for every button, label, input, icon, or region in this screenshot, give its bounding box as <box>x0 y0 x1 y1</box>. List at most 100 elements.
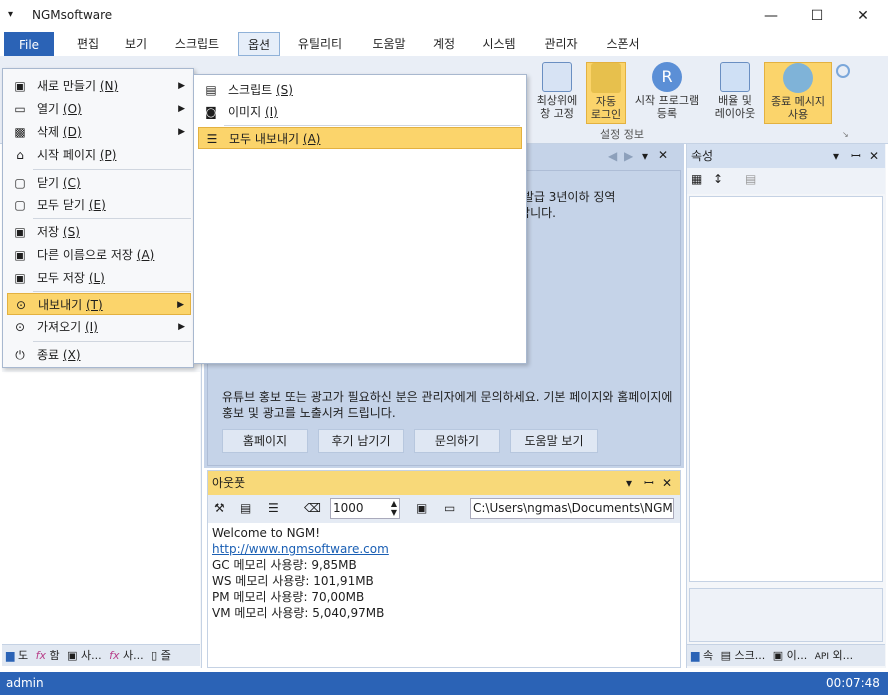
close-button[interactable]: ✕ <box>840 0 886 32</box>
menu-account[interactable]: 계정 <box>422 32 466 56</box>
properties-menu-icon[interactable]: ▾ <box>833 144 839 168</box>
right-tab-3[interactable]: 외... <box>833 649 854 662</box>
image-tab-icon[interactable]: ▣ <box>773 649 783 662</box>
maximize-button[interactable]: ☐ <box>794 0 840 32</box>
left-tab-1[interactable]: 함 <box>49 649 59 662</box>
auto-login-button[interactable]: 자동 로그인 <box>586 62 626 124</box>
menu-system[interactable]: 시스템 <box>472 32 526 56</box>
path-input[interactable]: C:\Users\ngmas\Documents\NGM6\ <box>470 498 674 519</box>
menu-new[interactable]: ▣ 새로 만들기 (N) ▶ <box>7 75 191 97</box>
save-icon[interactable]: ▣ <box>416 501 427 515</box>
menu-help[interactable]: 도움말 <box>362 32 416 56</box>
tab-list-icon[interactable]: ▾ <box>642 149 648 163</box>
menu-start-page[interactable]: ⌂ 시작 페이지 (P) <box>7 144 191 166</box>
export-image[interactable]: ◙ 이미지 (I) <box>198 101 522 123</box>
menu-save-as[interactable]: ▣ 다른 이름으로 저장 (A) <box>7 244 191 266</box>
minimize-button[interactable]: — <box>748 0 794 32</box>
count-input[interactable]: 1000 ▲ ▼ <box>330 498 400 519</box>
contact-button[interactable]: 문의하기 <box>414 429 500 453</box>
menu-admin[interactable]: 관리자 <box>534 32 588 56</box>
menu-bar: File 편집 보기 스크립트 옵션 유틸리티 도움말 계정 시스템 관리자 스… <box>0 32 888 56</box>
script-tab-icon[interactable]: ▤ <box>721 649 731 662</box>
scroll-right-icon[interactable]: ▶ <box>624 149 633 163</box>
export-script[interactable]: ▤ 스크립트 (S) <box>198 79 522 101</box>
submenu-arrow-icon: ▶ <box>177 300 184 310</box>
menu-exit[interactable]: ⏻ 종료 (X) <box>7 344 191 366</box>
output-header: 아웃풋 ▾ ꟷ ✕ <box>208 471 680 495</box>
exit-message-button[interactable]: 종료 메시지 사용 <box>764 62 832 124</box>
close-tab-icon[interactable]: ✕ <box>658 148 668 162</box>
sort-az-icon[interactable]: ↕ <box>713 172 723 186</box>
output-close-icon[interactable]: ✕ <box>662 471 672 495</box>
startup-register-button[interactable]: R 시작 프로그램 등록 <box>628 62 706 124</box>
menu-open[interactable]: ▭ 열기 (O) ▶ <box>7 98 191 120</box>
open-folder-icon[interactable]: ▭ <box>444 501 455 515</box>
left-tab-0[interactable]: 도 <box>18 649 28 662</box>
fx-icon-2[interactable]: fx <box>109 649 119 662</box>
help-button[interactable]: 도움말 보기 <box>510 429 598 453</box>
fx-icon[interactable]: fx <box>36 649 46 662</box>
right-tab-1[interactable]: 스크... <box>735 649 766 662</box>
menu-delete[interactable]: ▩ 삭제 (D) ▶ <box>7 121 191 143</box>
menu-save[interactable]: ▣ 저장 (S) <box>7 221 191 243</box>
exit-message-label: 종료 메시지 사용 <box>770 95 826 121</box>
menu-open-key: (O) <box>62 102 82 116</box>
startup-register-label: 시작 프로그램 등록 <box>634 94 700 120</box>
save-as-icon: ▣ <box>14 248 26 262</box>
document-icon[interactable]: ▯ <box>151 649 157 662</box>
menu-close-all[interactable]: ▢ 모두 닫기 (E) <box>7 194 191 216</box>
eraser-icon[interactable]: ⌫ <box>304 501 321 515</box>
homepage-button[interactable]: 홈페이지 <box>222 429 308 453</box>
api-tab-icon[interactable]: API <box>815 652 829 662</box>
log-link[interactable]: http://www.ngmsoftware.com <box>208 541 680 557</box>
doc-settings-icon[interactable]: ▤ <box>240 501 251 515</box>
menu-import-key: (I) <box>85 320 98 334</box>
properties-grid[interactable] <box>689 196 883 582</box>
properties-title: 속성 <box>691 149 714 163</box>
properties-pin-icon[interactable]: ꟷ <box>851 144 861 168</box>
left-tab-4[interactable]: 즐 <box>161 649 171 662</box>
pin-window-button[interactable]: 최상위에 창 고정 <box>530 62 584 124</box>
list-icon[interactable]: ☰ <box>268 501 279 515</box>
menu-file[interactable]: File <box>4 32 54 56</box>
review-button[interactable]: 후기 남기기 <box>318 429 404 453</box>
property-pages-icon[interactable]: ▤ <box>745 172 756 186</box>
scale-layout-button[interactable]: 배율 및 레이아웃 <box>708 62 762 124</box>
right-tab-strip: ▆ 속 ▤ 스크... ▣ 이... API 외... <box>687 644 885 666</box>
menu-import[interactable]: ⊙ 가져오기 (I) ▶ <box>7 316 191 338</box>
output-pin-icon[interactable]: ꟷ <box>644 471 654 495</box>
refresh-icon[interactable] <box>836 64 850 78</box>
clean-icon[interactable]: ⚒ <box>214 501 225 515</box>
menu-script[interactable]: 스크립트 <box>164 32 230 56</box>
right-tab-0[interactable]: 속 <box>703 649 713 662</box>
properties-tab-icon[interactable]: ▆ <box>691 649 699 662</box>
menu-sponsor[interactable]: 스폰서 <box>596 32 650 56</box>
menu-view[interactable]: 보기 <box>114 32 158 56</box>
menu-close[interactable]: ▢ 닫기 (C) <box>7 172 191 194</box>
menu-save-all[interactable]: ▣ 모두 저장 (L) <box>7 267 191 289</box>
categorized-icon[interactable]: ▦ <box>691 172 702 186</box>
dialog-launcher-icon[interactable]: ↘ <box>842 130 849 139</box>
save-all-icon: ▣ <box>14 271 26 285</box>
left-tab-3[interactable]: 사... <box>123 649 144 662</box>
properties-close-icon[interactable]: ✕ <box>869 144 879 168</box>
menu-separator <box>33 341 191 342</box>
log-line: PM 메모리 사용량: 70,00MB <box>212 590 365 604</box>
left-tab-2[interactable]: 사... <box>81 649 102 662</box>
stepper-icon[interactable]: ▲ ▼ <box>391 499 397 517</box>
menu-edit[interactable]: 편집 <box>66 32 110 56</box>
menu-save-all-key: (L) <box>88 271 105 285</box>
menu-export[interactable]: ⊙ 내보내기 (T) ▶ <box>7 293 191 315</box>
right-tab-2[interactable]: 이... <box>787 649 808 662</box>
properties-header: 속성 ▾ ꟷ ✕ <box>687 144 885 168</box>
window-menu-icon[interactable]: ▾ <box>8 9 13 20</box>
promo-text: 유튜브 홍보 또는 광고가 필요하신 분은 관리자에게 문의하세요. 기본 페이… <box>222 390 673 420</box>
export-all[interactable]: ☰ 모두 내보내기 (A) <box>198 127 522 149</box>
folder-icon[interactable]: ▆ <box>6 649 14 662</box>
menu-utility[interactable]: 유틸리티 <box>286 32 354 56</box>
briefcase-icon[interactable]: ▣ <box>67 649 77 662</box>
count-value: 1000 <box>333 501 364 515</box>
output-menu-icon[interactable]: ▾ <box>626 471 632 495</box>
menu-options[interactable]: 옵션 <box>238 32 280 56</box>
scroll-left-icon[interactable]: ◀ <box>608 149 617 163</box>
